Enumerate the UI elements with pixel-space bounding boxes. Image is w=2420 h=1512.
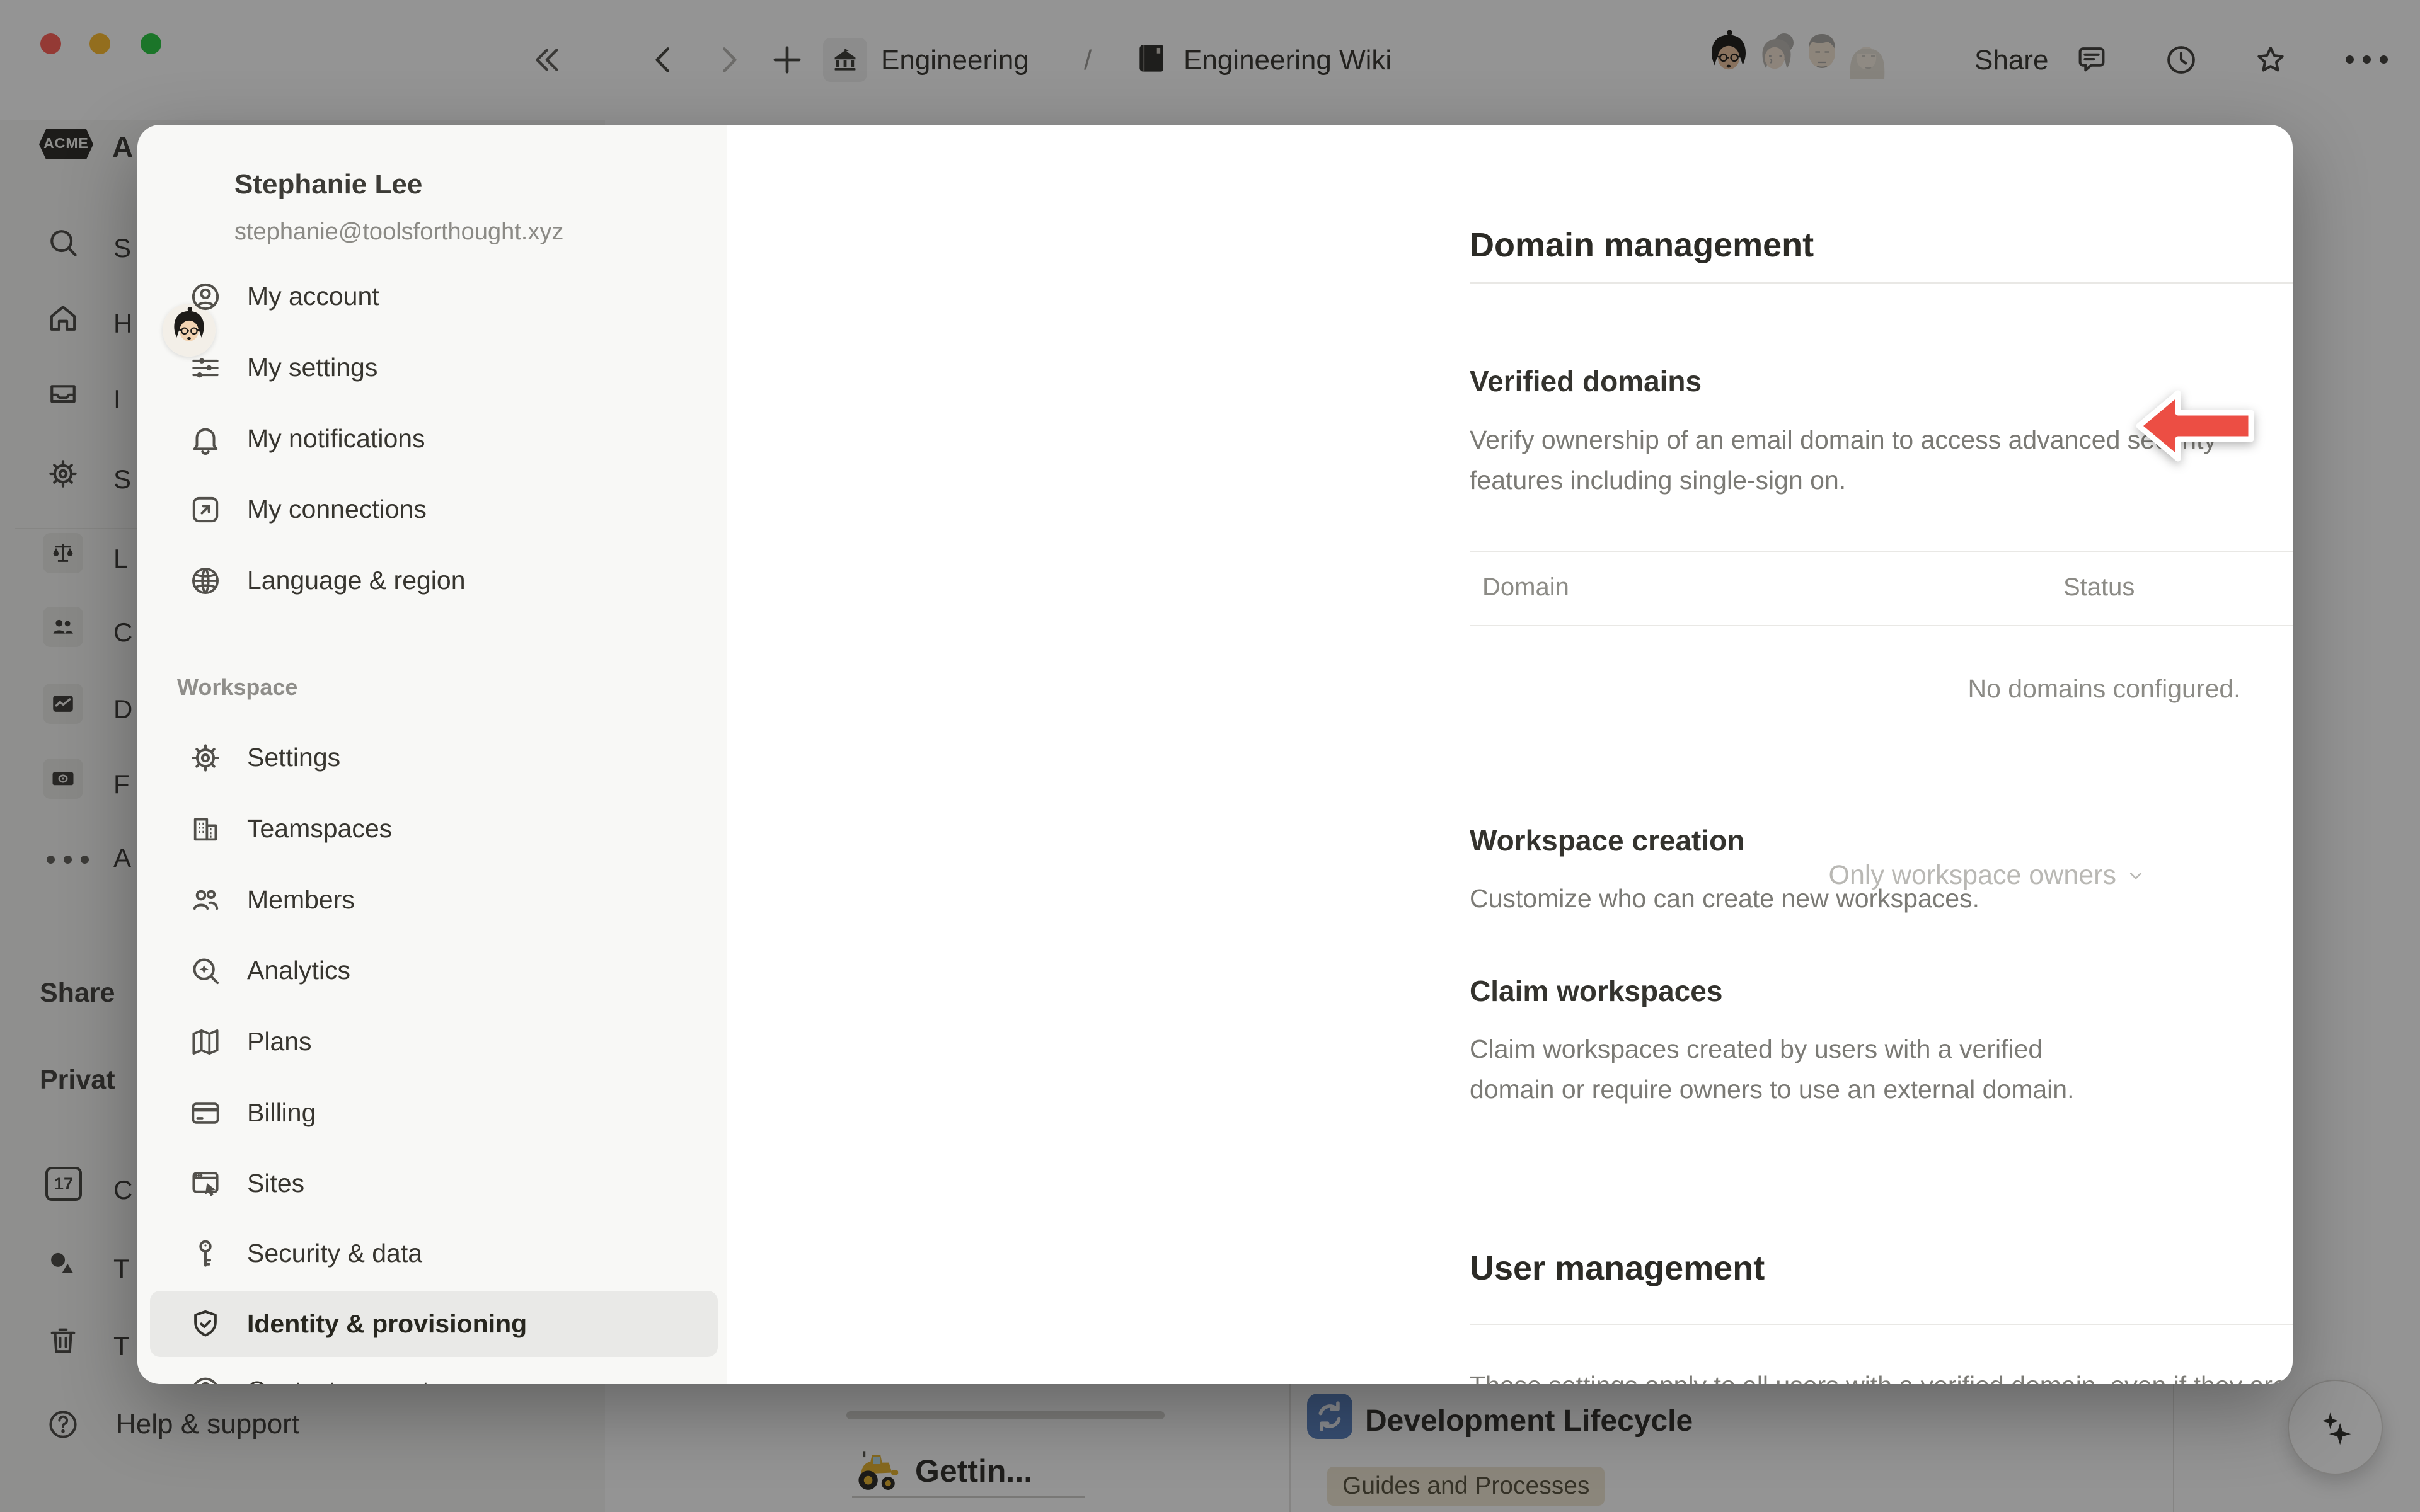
- settings-content: Domain management Verified domains Verif…: [727, 125, 2293, 1384]
- workspace-creation-title: Workspace creation: [1470, 823, 1744, 857]
- sidebar-item-identity-provisioning[interactable]: Identity & provisioning: [150, 1291, 718, 1357]
- magnifier-sparkle-icon: [188, 953, 223, 988]
- buildings-icon: [188, 811, 223, 847]
- sidebar-item-label: Identity & provisioning: [247, 1309, 527, 1339]
- key-icon: [188, 1236, 223, 1271]
- sidebar-item-label: Language & region: [247, 566, 466, 595]
- sidebar-item-my-account[interactable]: My account: [150, 263, 718, 329]
- table-divider-top: [1470, 551, 2293, 552]
- question-circle-icon: [188, 1373, 223, 1385]
- sidebar-item-settings[interactable]: Settings: [150, 724, 718, 791]
- settings-modal: Stephanie Lee stephanie@toolsforthought.…: [137, 125, 2293, 1384]
- claim-desc-line1: Claim workspaces created by users with a…: [1470, 1029, 2043, 1069]
- sidebar-item-billing[interactable]: Billing: [150, 1080, 718, 1146]
- divider: [1470, 1324, 2293, 1325]
- sidebar-item-label: Plans: [247, 1027, 312, 1057]
- sidebar-item-contact-support[interactable]: Contact support: [150, 1358, 718, 1384]
- verified-domains-desc-line1: Verify ownership of an email domain to a…: [1470, 420, 2216, 460]
- sidebar-item-language-region[interactable]: Language & region: [150, 547, 718, 614]
- sidebar-item-teamspaces[interactable]: Teamspaces: [150, 796, 718, 862]
- sidebar-item-plans[interactable]: Plans: [150, 1009, 718, 1075]
- sidebar-item-label: My notifications: [247, 424, 425, 454]
- app-window: Engineering / Engineering Wiki Share ACM…: [0, 0, 2420, 1512]
- sidebar-item-my-connections[interactable]: My connections: [150, 476, 718, 542]
- column-header-domain: Domain: [1482, 573, 1569, 602]
- sidebar-item-label: My connections: [247, 495, 427, 524]
- sidebar-item-sites[interactable]: Sites: [150, 1150, 718, 1217]
- claim-workspaces-title: Claim workspaces: [1470, 974, 1722, 1008]
- sidebar-item-label: Teamspaces: [247, 814, 392, 844]
- sidebar-item-my-notifications[interactable]: My notifications: [150, 406, 718, 472]
- user-email: stephanie@toolsforthought.xyz: [234, 219, 563, 246]
- claim-desc-line2: domain or require owners to use an exter…: [1470, 1069, 2074, 1109]
- sidebar-item-label: Analytics: [247, 956, 350, 985]
- table-divider-bottom: [1470, 625, 2293, 626]
- divider: [1470, 282, 2293, 284]
- sidebar-item-my-settings[interactable]: My settings: [150, 335, 718, 401]
- dropdown-value: Only workspace owners: [1829, 860, 2116, 891]
- sidebar-item-label: My account: [247, 282, 379, 311]
- sidebar-item-label: Billing: [247, 1098, 316, 1128]
- bell-icon: [188, 421, 223, 457]
- verified-domains-desc-line2: features including single-sign on.: [1470, 460, 1846, 500]
- map-icon: [188, 1024, 223, 1060]
- user-management-clipped-text: These settings apply to all users with a…: [1470, 1371, 2293, 1384]
- sidebar-item-label: My settings: [247, 353, 377, 382]
- sidebar-item-label: Members: [247, 885, 355, 915]
- verified-domains-title: Verified domains: [1470, 364, 1702, 398]
- browser-cursor-icon: [188, 1166, 223, 1201]
- column-header-status: Status: [2063, 573, 2135, 602]
- sidebar-item-members[interactable]: Members: [150, 867, 718, 933]
- sidebar-item-analytics[interactable]: Analytics: [150, 937, 718, 1004]
- sidebar-item-label: Sites: [247, 1169, 304, 1198]
- user-name: Stephanie Lee: [234, 169, 422, 200]
- sidebar-item-label: Settings: [247, 743, 340, 772]
- section-title: Domain management: [1470, 226, 1814, 265]
- sidebar-item-label: Security & data: [247, 1239, 422, 1268]
- people-icon: [188, 883, 223, 918]
- globe-icon: [188, 563, 223, 598]
- settings-sidebar: Stephanie Lee stephanie@toolsforthought.…: [137, 125, 727, 1384]
- chevron-down-icon: [2125, 865, 2146, 886]
- shield-check-icon: [188, 1307, 223, 1342]
- annotation-arrow-icon: [2134, 386, 2260, 467]
- empty-table-message: No domains configured.: [1470, 674, 2293, 704]
- workspace-section-label: Workspace: [177, 674, 297, 701]
- sidebar-item-label: Contact support: [247, 1376, 429, 1384]
- credit-card-icon: [188, 1096, 223, 1131]
- gear-icon: [188, 740, 223, 776]
- workspace-creation-dropdown[interactable]: Only workspace owners: [1829, 860, 2146, 891]
- user-management-title: User management: [1470, 1249, 1765, 1288]
- person-circle-icon: [188, 279, 223, 314]
- arrow-out-square-icon: [188, 492, 223, 527]
- sidebar-item-security-data[interactable]: Security & data: [150, 1220, 718, 1286]
- sliders-icon: [188, 350, 223, 386]
